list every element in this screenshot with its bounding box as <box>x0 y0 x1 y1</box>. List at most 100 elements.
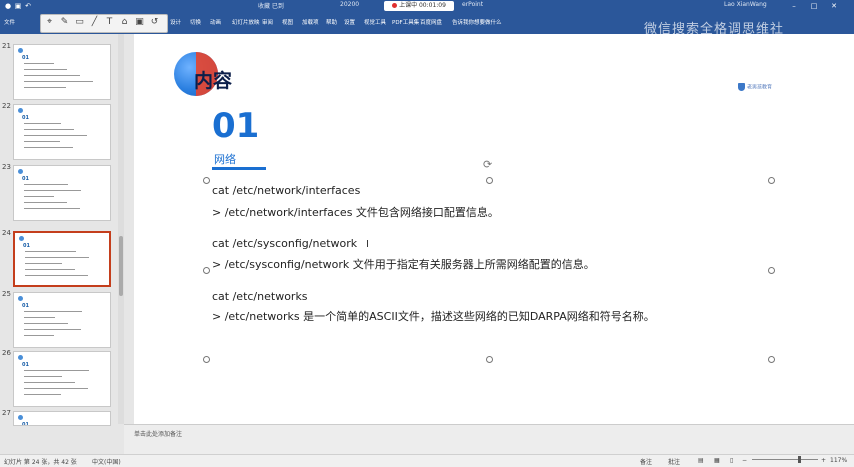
text-line[interactable]: > /etc/networks 是一个简单的ASCII文件，描述这些网络的已知D… <box>212 308 655 324</box>
resize-handle[interactable] <box>486 356 493 363</box>
tab-view[interactable]: 视图 <box>282 18 293 26</box>
text-icon[interactable]: T <box>104 17 115 28</box>
zoom-slider[interactable] <box>752 459 818 460</box>
eraser-icon[interactable]: ⌂ <box>119 17 130 28</box>
zoom-in-icon[interactable]: + <box>821 457 826 464</box>
recording-time: 上课中 00:01:09 <box>399 2 446 9</box>
tab-pdf[interactable]: PDF工具集 <box>392 18 419 26</box>
pen-icon[interactable]: ✎ <box>59 17 70 28</box>
thumbnail-text-line <box>24 129 74 130</box>
rotate-handle-icon[interactable]: ⟳ <box>483 158 492 171</box>
thumbnail-title: 01 <box>22 176 29 182</box>
resize-handle[interactable] <box>203 267 210 274</box>
text-line[interactable]: cat /etc/network/interfaces <box>212 184 360 197</box>
slide-number: 24 <box>2 229 11 237</box>
thumbnail-text-line <box>24 69 67 70</box>
reading-view-icon[interactable]: ▯ <box>730 457 733 464</box>
slide-number: 22 <box>2 102 11 110</box>
section-title[interactable]: 内容 <box>194 66 232 93</box>
tell-me-search[interactable]: 告诉我你想要做什么 <box>452 18 502 26</box>
tab-file[interactable]: 文件 <box>4 18 15 26</box>
normal-view-icon[interactable]: ▤ <box>698 457 704 464</box>
undo-icon[interactable]: ↺ <box>149 17 160 28</box>
thumbnail-text-line <box>24 63 54 64</box>
save-icon[interactable]: ▣ <box>14 2 22 10</box>
thumbnail-logo-icon <box>18 415 23 420</box>
thumbnail-title: 01 <box>23 243 30 249</box>
notes-toggle[interactable]: 备注 <box>640 457 652 466</box>
thumbnail-text-line <box>25 269 75 270</box>
slide-number: 25 <box>2 290 11 298</box>
thumbnail-title: 01 <box>22 303 29 309</box>
undo-icon[interactable]: ↶ <box>24 2 32 10</box>
maximize-icon[interactable]: □ <box>810 2 818 10</box>
tab-visual-tools[interactable]: 视觉工具 <box>364 18 386 26</box>
text-line[interactable]: > /etc/network/interfaces 文件包含网络接口配置信息。 <box>212 204 499 220</box>
image-icon[interactable]: ▣ <box>134 17 145 28</box>
section-number[interactable]: 01 <box>212 107 259 145</box>
slide-thumbnail[interactable]: 01 <box>13 165 111 221</box>
thumbnail-text-line <box>24 75 80 76</box>
slide-thumbnail[interactable]: 01 <box>13 411 111 426</box>
close-icon[interactable]: ✕ <box>830 2 838 10</box>
thumbnail-title: 01 <box>22 362 29 368</box>
resize-handle[interactable] <box>486 177 493 184</box>
rectangle-icon[interactable]: ▭ <box>74 17 85 28</box>
scrollbar-thumb[interactable] <box>119 236 123 296</box>
shield-icon <box>738 83 745 91</box>
thumbnail-text-line <box>24 184 68 185</box>
tab-slideshow[interactable]: 幻灯片放映 <box>232 18 260 26</box>
brand-name: 老男孩教育 <box>747 84 773 91</box>
resize-handle[interactable] <box>203 177 210 184</box>
record-dot-icon <box>392 3 398 8</box>
slide-thumbnail[interactable]: 01 <box>13 292 111 348</box>
tab-settings[interactable]: 设置 <box>344 18 355 26</box>
thumbnail-logo-icon <box>18 355 23 360</box>
recording-badge[interactable]: 上课中 00:01:09 <box>384 1 454 11</box>
tab-transitions[interactable]: 切换 <box>190 18 201 26</box>
tab-animations[interactable]: 动画 <box>210 18 221 26</box>
sorter-view-icon[interactable]: ▦ <box>714 457 720 464</box>
select-icon[interactable]: ⌖ <box>44 17 55 28</box>
language-indicator[interactable]: 中文(中国) <box>92 457 121 466</box>
thumbnail-text-line <box>24 370 89 371</box>
text-line[interactable]: cat /etc/networks <box>212 290 308 303</box>
resize-handle[interactable] <box>203 356 210 363</box>
thumbnail-text-line <box>24 123 61 124</box>
text-cursor-icon: I <box>366 239 369 250</box>
notes-pane[interactable]: 单击此处添加备注 <box>124 424 854 455</box>
text-line[interactable]: > /etc/sysconfig/network 文件用于指定有关服务器上所需网… <box>212 256 595 272</box>
text-line[interactable]: cat /etc/sysconfig/network <box>212 237 357 250</box>
app-name: erPoint <box>462 1 484 8</box>
thumbnail-logo-icon <box>18 296 23 301</box>
zoom-slider-knob[interactable] <box>798 456 801 463</box>
tab-addins[interactable]: 加载项 <box>302 18 319 26</box>
section-subtitle[interactable]: 网络 <box>214 151 236 167</box>
line-icon[interactable]: ╱ <box>89 17 100 28</box>
autosave-icon[interactable]: ● <box>4 2 12 10</box>
thumbnail-text-line <box>24 87 66 88</box>
resize-handle[interactable] <box>768 267 775 274</box>
slide-thumbnail[interactable]: 01 <box>13 44 111 100</box>
minimize-icon[interactable]: – <box>790 2 798 10</box>
slide-thumbnail[interactable]: 01 <box>13 351 111 407</box>
tab-help[interactable]: 帮助 <box>326 18 337 26</box>
user-name[interactable]: Lao XianWang <box>724 1 767 8</box>
tab-design[interactable]: 设计 <box>170 18 181 26</box>
zoom-level[interactable]: 117% <box>830 457 847 464</box>
title-mid: 收藏 已到 <box>258 3 284 10</box>
zoom-out-icon[interactable]: − <box>742 457 747 464</box>
slide-thumbnail[interactable]: 01 <box>13 231 111 287</box>
slide-thumbnail[interactable]: 01 <box>13 104 111 160</box>
tab-review[interactable]: 审阅 <box>262 18 273 26</box>
tab-baidu[interactable]: 百度网盘 <box>420 18 442 26</box>
comments-toggle[interactable]: 批注 <box>668 457 680 466</box>
document-title: 20200 <box>340 1 360 8</box>
slide-number: 21 <box>2 42 11 50</box>
thumbnail-text-line <box>25 257 89 258</box>
thumbnail-logo-icon <box>19 236 24 241</box>
thumbnail-text-line <box>25 263 62 264</box>
resize-handle[interactable] <box>768 356 775 363</box>
thumbnail-title: 01 <box>22 115 29 121</box>
resize-handle[interactable] <box>768 177 775 184</box>
